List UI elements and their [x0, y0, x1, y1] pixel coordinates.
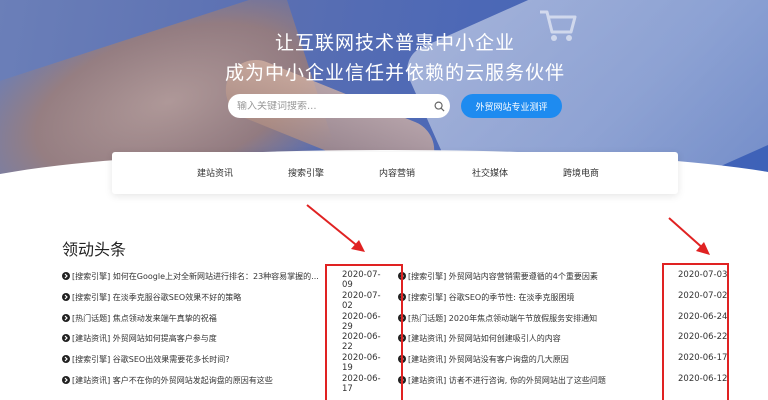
- nav-item-cross-border-ecommerce[interactable]: 跨境电商: [563, 166, 599, 179]
- hero-title-line1: 让互联网技术普惠中小企业: [274, 32, 515, 54]
- headline-link[interactable]: [建站资讯] 访者不进行咨询, 你的外贸网站出了这些问题: [408, 375, 606, 386]
- arrow-icon: [668, 217, 710, 255]
- date-highlight-box-left: [325, 264, 403, 400]
- nav-item-site-news[interactable]: 建站资讯: [197, 166, 233, 179]
- search-input[interactable]: [228, 100, 428, 112]
- search-icon[interactable]: [428, 94, 450, 118]
- headline-link[interactable]: [建站资讯] 客户不在你的外贸网站发起询盘的原因有这些: [72, 375, 273, 386]
- nav-item-content-marketing[interactable]: 内容营销: [379, 166, 415, 179]
- chevron-circle-icon: [62, 292, 70, 301]
- page: 让互联网技术普惠中小企业 成为中小企业信任并依赖的云服务伙伴 外贸网站专业测评 …: [0, 0, 768, 400]
- headline-link[interactable]: [搜索引擎] 如何在Google上对全新网站进行排名：23种容易掌握的...: [72, 271, 319, 282]
- search-box: [228, 94, 450, 118]
- headline-link[interactable]: [建站资讯] 外贸网站没有客户询盘的几大原因: [408, 354, 569, 365]
- headline-link[interactable]: [建站资讯] 外贸网站如何提高客户参与度: [72, 333, 217, 344]
- chevron-circle-icon: [62, 334, 70, 343]
- headlines-title: 领动头条: [62, 240, 127, 259]
- phone-image: [399, 0, 768, 175]
- headline-link[interactable]: [搜索引擎] 在淡季克服谷歌SEO效果不好的策略: [72, 292, 241, 303]
- date-highlight-box-right: [662, 263, 729, 400]
- headline-link[interactable]: [热门话题] 焦点领动发来端午真挚的祝福: [72, 313, 217, 324]
- headline-link[interactable]: [建站资讯] 外贸网站如何创建吸引人的内容: [408, 333, 561, 344]
- category-nav: 建站资讯 搜索引擎 内容营销 社交媒体 跨境电商: [112, 152, 678, 194]
- headline-link[interactable]: [热门话题] 2020年焦点领动端午节放假服务安排通知: [408, 313, 597, 324]
- website-evaluation-button[interactable]: 外贸网站专业测评: [461, 94, 562, 118]
- headline-link[interactable]: [搜索引擎] 外贸网站内容营销需要遵循的4个重要因素: [408, 271, 598, 282]
- chevron-circle-icon: [62, 272, 70, 280]
- nav-item-social-media[interactable]: 社交媒体: [472, 166, 508, 179]
- hero-banner: 让互联网技术普惠中小企业 成为中小企业信任并依赖的云服务伙伴 外贸网站专业测评: [0, 0, 768, 175]
- hero-title-line2: 成为中小企业信任并依赖的云服务伙伴: [224, 62, 565, 84]
- arrow-icon: [306, 204, 365, 252]
- chevron-circle-icon: [62, 313, 70, 322]
- nav-item-search-engine[interactable]: 搜索引擎: [288, 166, 324, 179]
- headline-link[interactable]: [搜索引擎] 谷歌SEO出效果需要花多长时间?: [72, 354, 229, 365]
- chevron-circle-icon: [62, 355, 70, 364]
- chevron-circle-icon: [62, 375, 70, 384]
- headline-link[interactable]: [搜索引擎] 谷歌SEO的季节性: 在淡季克服困境: [408, 292, 574, 303]
